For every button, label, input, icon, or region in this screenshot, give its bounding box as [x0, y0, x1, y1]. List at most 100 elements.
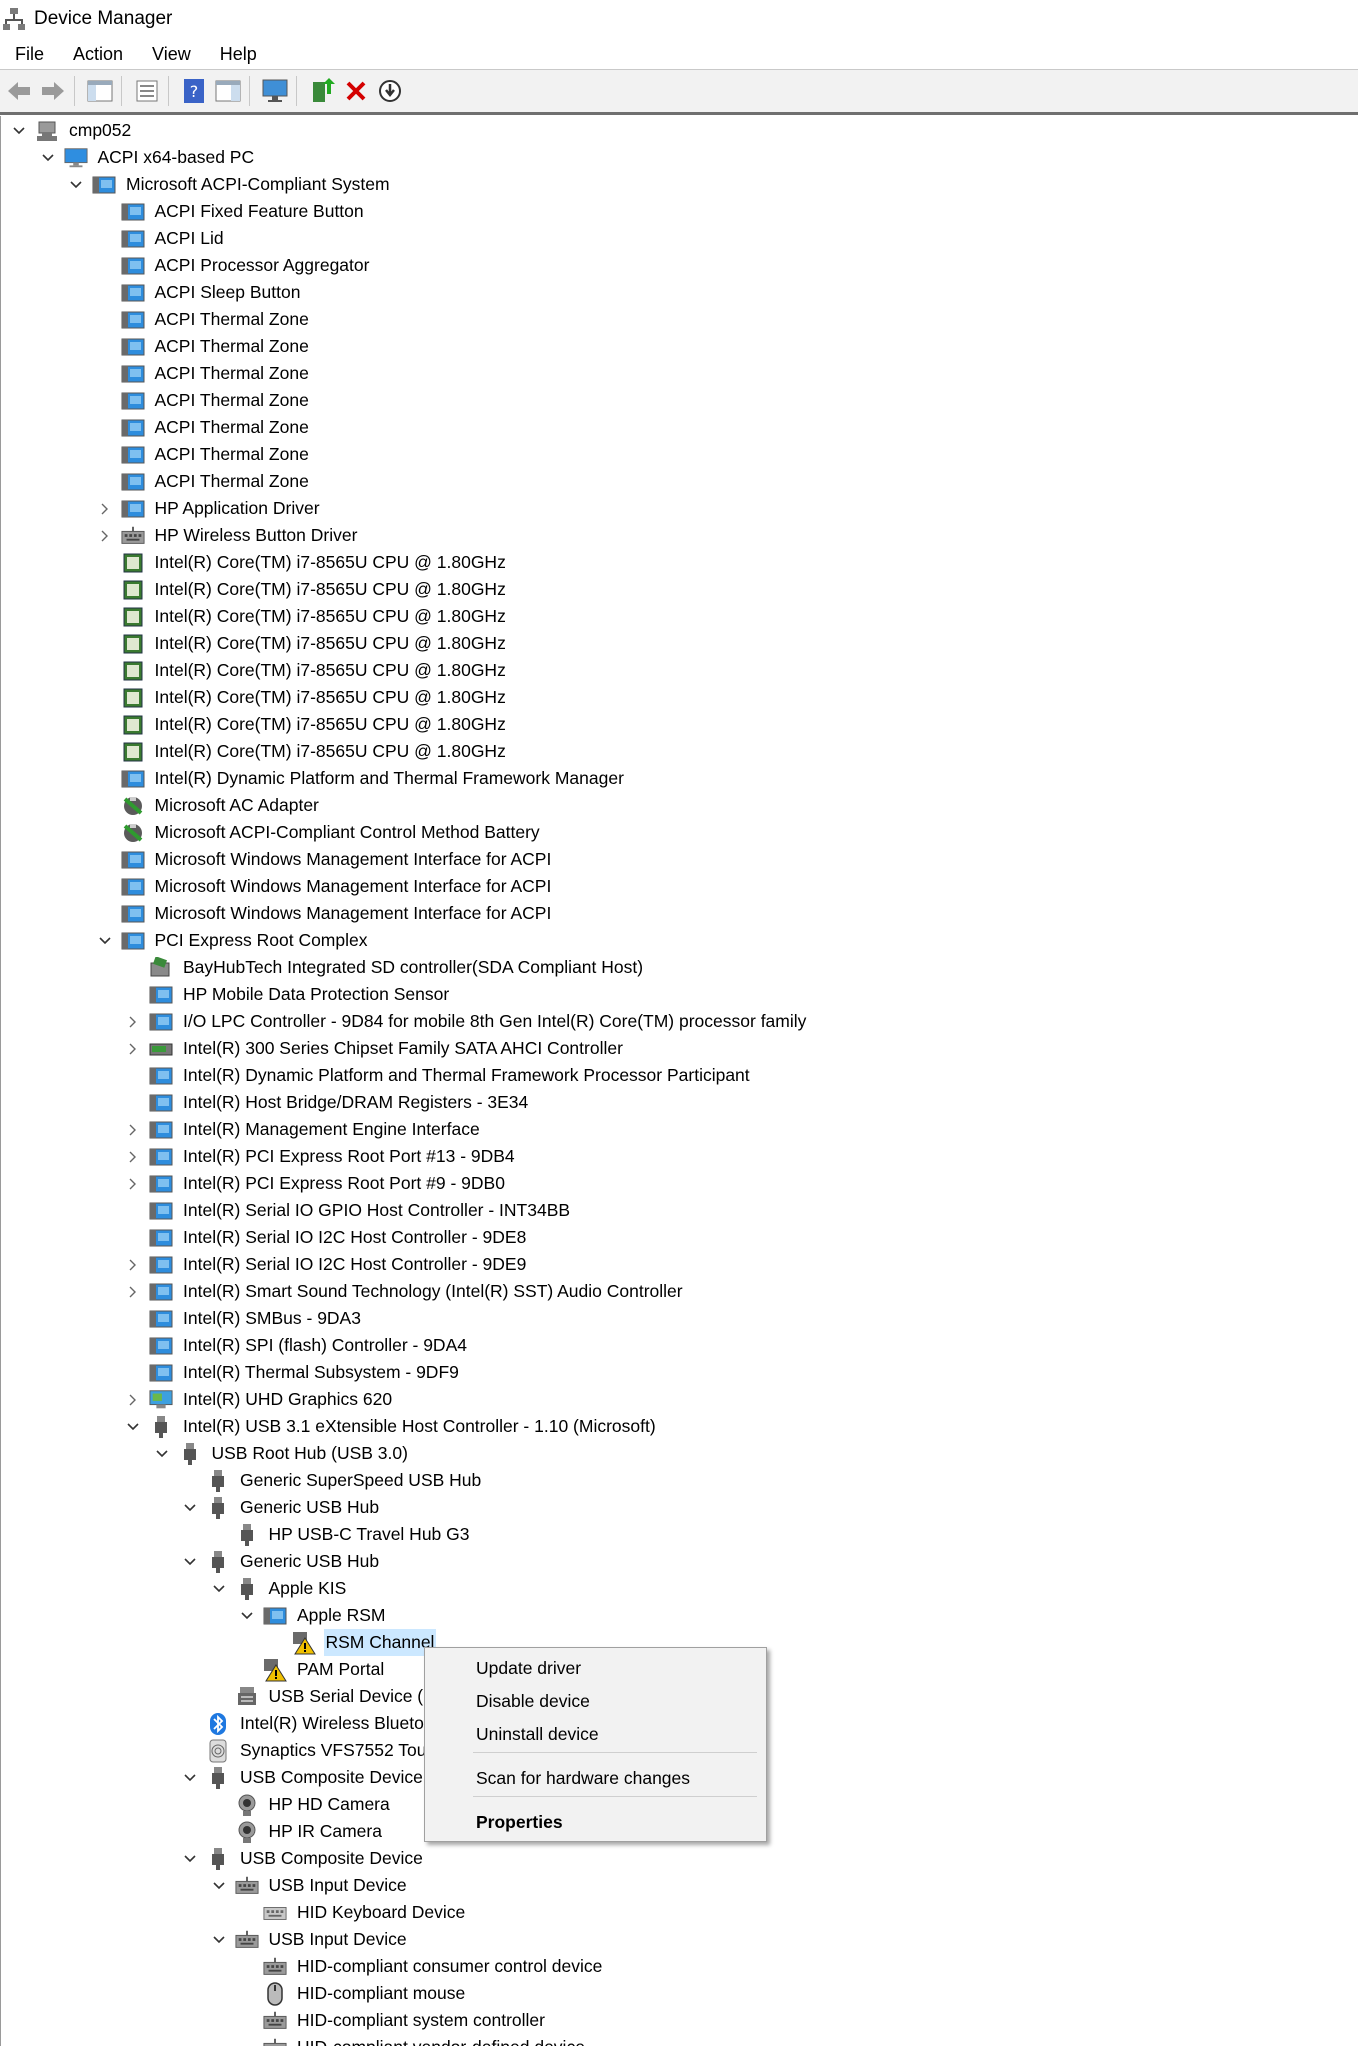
tree-node-label[interactable]: Microsoft Windows Management Interface f…	[153, 873, 554, 900]
tree-node[interactable]: Intel(R) Wireless Blueto	[182, 1710, 426, 1737]
tree-node-label[interactable]: RSM Channel	[323, 1629, 437, 1656]
update-driver-button[interactable]	[307, 75, 337, 107]
tree-node-label[interactable]: cmp052	[67, 117, 133, 144]
collapse-chevron-icon[interactable]	[154, 1440, 170, 1467]
tree-node[interactable]: HID-compliant mouse	[239, 1980, 467, 2007]
tree-node[interactable]: Intel(R) PCI Express Root Port #9 - 9DB0	[125, 1170, 507, 1197]
tree-node-label[interactable]: HP Application Driver	[153, 495, 322, 522]
tree-node[interactable]: Intel(R) Core(TM) i7-8565U CPU @ 1.80GHz	[97, 603, 508, 630]
tree-node-label[interactable]: Microsoft ACPI-Compliant System	[124, 171, 392, 198]
tree-node-label[interactable]: Intel(R) UHD Graphics 620	[181, 1386, 394, 1413]
tree-node[interactable]: Intel(R) Core(TM) i7-8565U CPU @ 1.80GHz	[97, 549, 508, 576]
tree-node[interactable]: PAM Portal	[239, 1656, 386, 1683]
menu-view[interactable]: View	[137, 39, 205, 69]
tree-node-label[interactable]: Apple KIS	[267, 1575, 349, 1602]
tree-node-label[interactable]: Intel(R) Core(TM) i7-8565U CPU @ 1.80GHz	[153, 684, 508, 711]
tree-node[interactable]: Intel(R) Thermal Subsystem - 9DF9	[125, 1359, 461, 1386]
expand-chevron-icon[interactable]	[125, 1251, 141, 1278]
tree-node[interactable]: USB Composite Device	[182, 1845, 425, 1872]
tree-node[interactable]: Microsoft ACPI-Compliant System	[68, 171, 392, 198]
tree-node-label[interactable]: USB Serial Device (C	[267, 1683, 438, 1710]
tree-node[interactable]: HP Mobile Data Protection Sensor	[125, 981, 451, 1008]
tree-node[interactable]: ACPI Fixed Feature Button	[97, 198, 366, 225]
help-button[interactable]: ?	[179, 75, 209, 107]
tree-node-label[interactable]: Intel(R) Serial IO I2C Host Controller -…	[181, 1251, 528, 1278]
tree-node[interactable]: Microsoft Windows Management Interface f…	[97, 846, 554, 873]
tree-node[interactable]: Microsoft Windows Management Interface f…	[97, 873, 554, 900]
tree-node[interactable]: Intel(R) 300 Series Chipset Family SATA …	[125, 1035, 625, 1062]
tree-node-label[interactable]: Intel(R) USB 3.1 eXtensible Host Control…	[181, 1413, 658, 1440]
tree-node[interactable]: HID Keyboard Device	[239, 1899, 467, 1926]
expand-chevron-icon[interactable]	[125, 1143, 141, 1170]
tree-node[interactable]: ACPI Thermal Zone	[97, 414, 311, 441]
expand-chevron-icon[interactable]	[97, 522, 113, 549]
tree-node[interactable]: Intel(R) USB 3.1 eXtensible Host Control…	[125, 1413, 658, 1440]
collapse-chevron-icon[interactable]	[182, 1494, 198, 1521]
tree-node[interactable]: HID-compliant vendor-defined device	[239, 2034, 587, 2046]
tree-node-label[interactable]: USB Input Device	[267, 1926, 409, 1953]
menu-action[interactable]: Action	[58, 39, 137, 69]
collapse-chevron-icon[interactable]	[211, 1575, 227, 1602]
menu-file[interactable]: File	[0, 39, 58, 69]
tree-node-label[interactable]: Intel(R) SMBus - 9DA3	[181, 1305, 363, 1332]
expand-chevron-icon[interactable]	[125, 1008, 141, 1035]
expand-chevron-icon[interactable]	[125, 1170, 141, 1197]
tree-node[interactable]: HID-compliant consumer control device	[239, 1953, 604, 1980]
ctx-uninstall-device[interactable]: Uninstall device	[426, 1719, 765, 1749]
tree-node[interactable]: ACPI x64-based PC	[40, 144, 257, 171]
expand-chevron-icon[interactable]	[125, 1278, 141, 1305]
tree-node[interactable]: USB Serial Device (C	[211, 1683, 438, 1710]
tree-node-label[interactable]: Synaptics VFS7552 Touc	[238, 1737, 437, 1764]
tree-node[interactable]: RSM Channel	[268, 1629, 437, 1656]
collapse-chevron-icon[interactable]	[211, 1872, 227, 1899]
tree-node-label[interactable]: Apple RSM	[295, 1602, 388, 1629]
tree-node-label[interactable]: HID-compliant system controller	[295, 2007, 547, 2034]
tree-node[interactable]: Intel(R) Serial IO GPIO Host Controller …	[125, 1197, 572, 1224]
tree-node[interactable]: ACPI Thermal Zone	[97, 360, 311, 387]
tree-node-label[interactable]: Intel(R) Core(TM) i7-8565U CPU @ 1.80GHz	[153, 576, 508, 603]
tree-node-label[interactable]: Generic USB Hub	[238, 1494, 381, 1521]
tree-node-label[interactable]: Generic SuperSpeed USB Hub	[238, 1467, 483, 1494]
tree-node[interactable]: Intel(R) Core(TM) i7-8565U CPU @ 1.80GHz	[97, 657, 508, 684]
collapse-chevron-icon[interactable]	[68, 171, 84, 198]
tree-node[interactable]: ACPI Thermal Zone	[97, 306, 311, 333]
expand-chevron-icon[interactable]	[97, 495, 113, 522]
tree-node-label[interactable]: USB Root Hub (USB 3.0)	[210, 1440, 410, 1467]
uninstall-device-button[interactable]	[341, 75, 371, 107]
tree-node[interactable]: Intel(R) UHD Graphics 620	[125, 1386, 394, 1413]
tree-node-label[interactable]: Intel(R) SPI (flash) Controller - 9DA4	[181, 1332, 469, 1359]
tree-node[interactable]: Intel(R) Core(TM) i7-8565U CPU @ 1.80GHz	[97, 576, 508, 603]
tree-node-label[interactable]: ACPI x64-based PC	[96, 144, 257, 171]
tree-node[interactable]: Intel(R) Core(TM) i7-8565U CPU @ 1.80GHz	[97, 711, 508, 738]
expand-chevron-icon[interactable]	[125, 1035, 141, 1062]
scan-hardware-button[interactable]	[260, 75, 290, 107]
tree-node-label[interactable]: Microsoft Windows Management Interface f…	[153, 900, 554, 927]
tree-node[interactable]: Intel(R) Smart Sound Technology (Intel(R…	[125, 1278, 685, 1305]
tree-node-label[interactable]: Intel(R) PCI Express Root Port #13 - 9DB…	[181, 1143, 517, 1170]
tree-node-label[interactable]: HP HD Camera	[267, 1791, 392, 1818]
tree-node[interactable]: HP IR Camera	[211, 1818, 384, 1845]
tree-node-label[interactable]: HID-compliant consumer control device	[295, 1953, 604, 1980]
menu-help[interactable]: Help	[205, 39, 271, 69]
tree-node-label[interactable]: USB Input Device	[267, 1872, 409, 1899]
tree-node[interactable]: HP Application Driver	[97, 495, 322, 522]
tree-node-label[interactable]: Intel(R) Wireless Blueto	[238, 1710, 426, 1737]
collapse-chevron-icon[interactable]	[11, 117, 27, 144]
tree-node-label[interactable]: Intel(R) Core(TM) i7-8565U CPU @ 1.80GHz	[153, 738, 508, 765]
tree-node-label[interactable]: Intel(R) Serial IO GPIO Host Controller …	[181, 1197, 572, 1224]
tree-node[interactable]: Microsoft AC Adapter	[97, 792, 321, 819]
tree-node[interactable]: Apple KIS	[211, 1575, 349, 1602]
collapse-chevron-icon[interactable]	[182, 1845, 198, 1872]
tree-node[interactable]: Intel(R) SMBus - 9DA3	[125, 1305, 363, 1332]
tree-node-label[interactable]: HP IR Camera	[267, 1818, 384, 1845]
tree-node[interactable]: Intel(R) Core(TM) i7-8565U CPU @ 1.80GHz	[97, 630, 508, 657]
tree-node[interactable]: Apple RSM	[239, 1602, 388, 1629]
tree-node-label[interactable]: USB Composite Device	[238, 1845, 425, 1872]
tree-node-label[interactable]: PAM Portal	[295, 1656, 386, 1683]
tree-node-label[interactable]: Intel(R) Thermal Subsystem - 9DF9	[181, 1359, 461, 1386]
tree-node-label[interactable]: Intel(R) Smart Sound Technology (Intel(R…	[181, 1278, 685, 1305]
tree-node[interactable]: Generic USB Hub	[182, 1548, 381, 1575]
tree-node-label[interactable]: ACPI Thermal Zone	[153, 387, 311, 414]
tree-node[interactable]: ACPI Lid	[97, 225, 226, 252]
tree-node-label[interactable]: HID-compliant vendor-defined device	[295, 2034, 587, 2046]
